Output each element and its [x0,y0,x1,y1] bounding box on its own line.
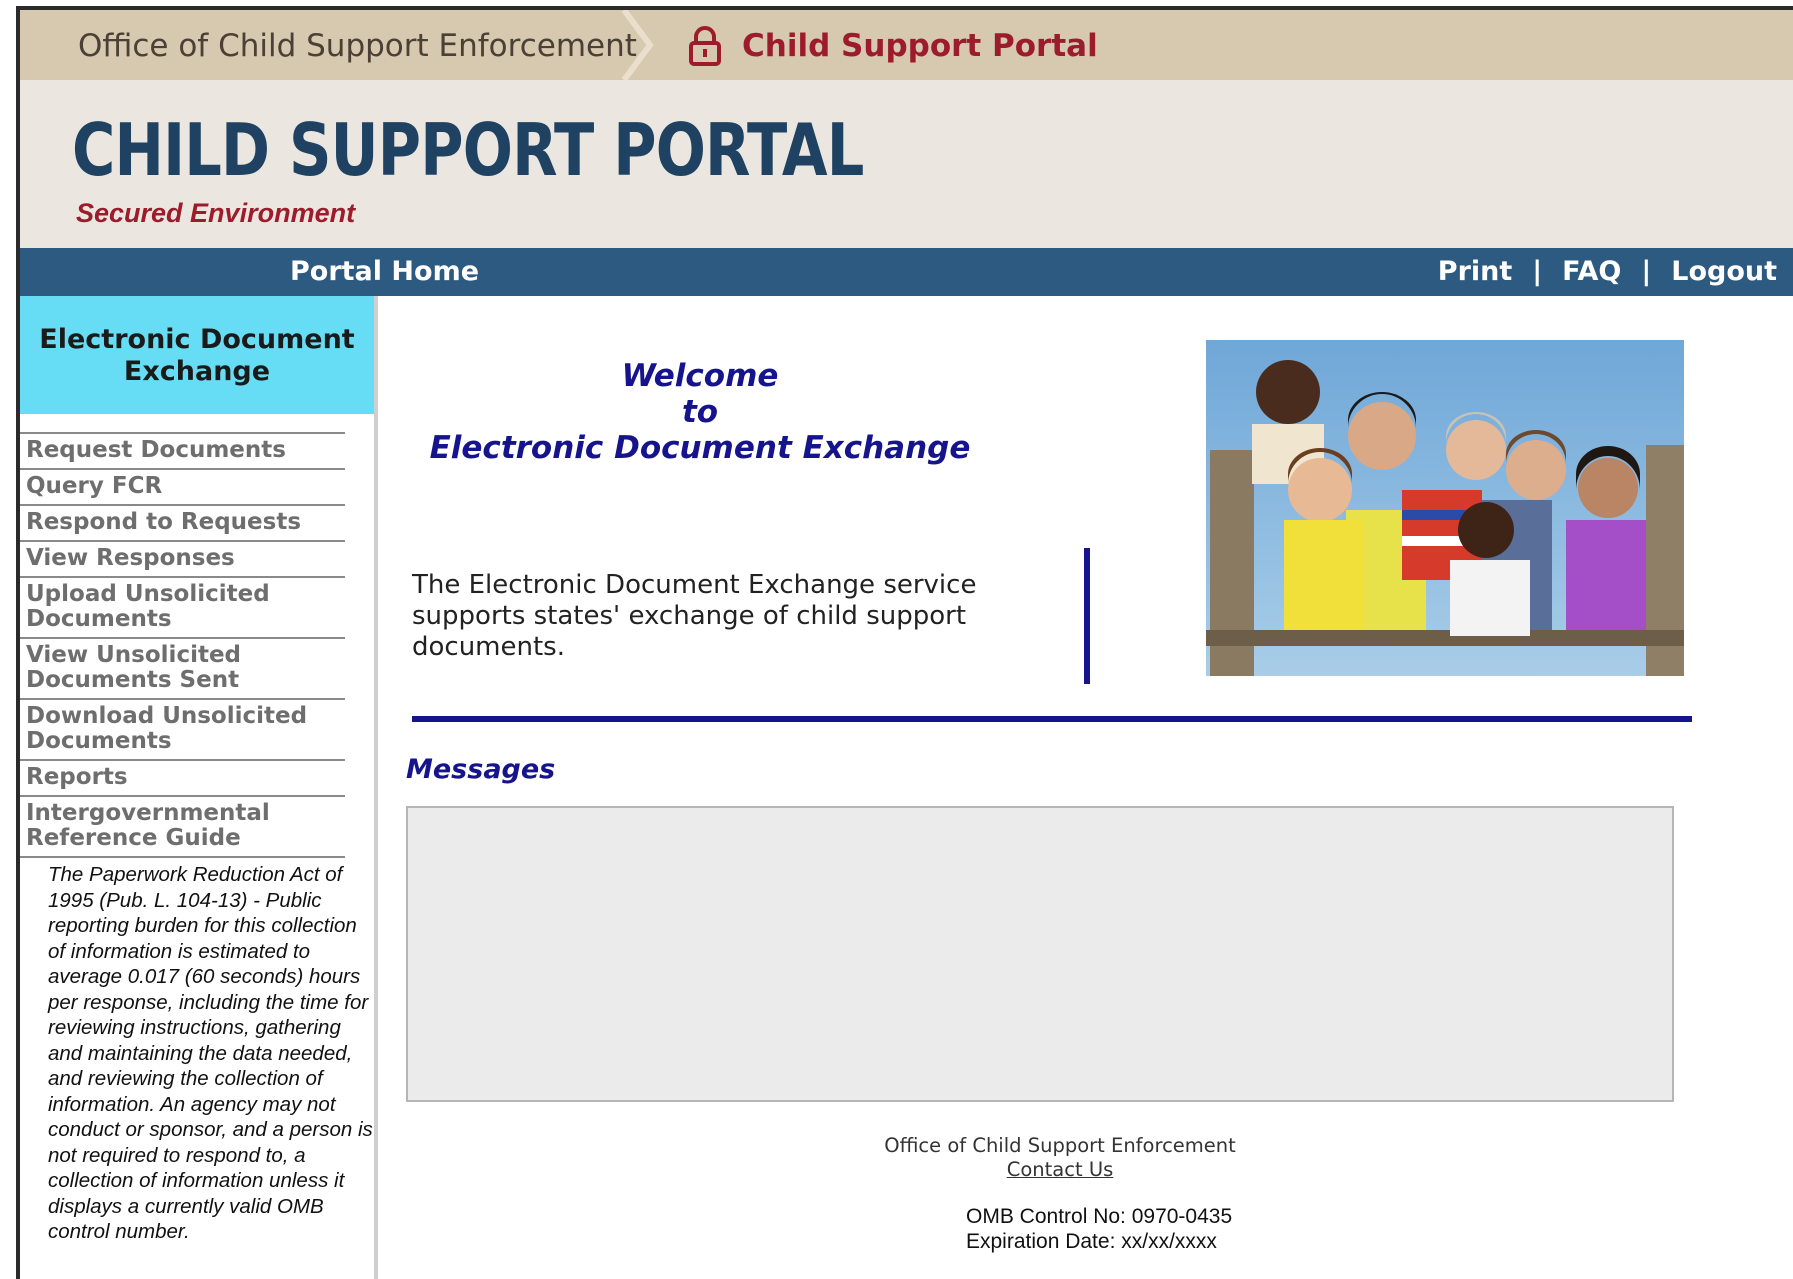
welcome-line2: to [681,394,719,430]
sidebar-section-header: Electronic Document Exchange [20,296,374,414]
welcome-heading: Welcome to Electronic Document Exchange [420,358,980,466]
sidebar-item-request-documents[interactable]: Request Documents [20,432,345,468]
paperwork-reduction-notice: The Paperwork Reduction Act of 1995 (Pub… [48,863,373,1243]
portal-home-link[interactable]: Portal Home [290,256,479,287]
nav-separator: | [1641,256,1652,287]
sidebar-menu: Request Documents Query FCR Respond to R… [20,432,345,858]
messages-heading: Messages [406,754,556,785]
sidebar-item-view-responses[interactable]: View Responses [20,540,345,576]
app-frame: Office of Child Support Enforcement Chil… [16,6,1793,1279]
children-photo-illustration [1206,340,1684,676]
omb-expiration-date: Expiration Date: xx/xx/xxxx [966,1230,1217,1253]
footer: Office of Child Support Enforcement Cont… [800,1134,1320,1182]
faq-link[interactable]: FAQ [1562,256,1621,287]
section-title-line2: Exchange [123,356,271,387]
lock-icon [689,26,721,66]
logout-link[interactable]: Logout [1671,256,1777,287]
section-title-line1: Electronic Document [39,324,355,355]
portal-title: CHILD SUPPORT PORTAL [72,108,864,192]
portal-subtitle: Secured Environment [76,198,356,228]
messages-panel [406,806,1674,1102]
sidebar-item-respond-to-requests[interactable]: Respond to Requests [20,504,345,540]
sidebar-item-upload-unsolicited[interactable]: Upload Unsolicited Documents [20,576,345,637]
breadcrumb-org-link[interactable]: Office of Child Support Enforcement [78,28,637,64]
omb-control-number: OMB Control No: 0970-0435 [966,1205,1233,1228]
horizontal-divider [412,716,1692,722]
welcome-line3: Electronic Document Exchange [429,430,971,466]
contact-us-link[interactable]: Contact Us [800,1158,1320,1182]
sidebar: Electronic Document Exchange Request Doc… [20,296,378,1279]
sidebar-item-query-fcr[interactable]: Query FCR [20,468,345,504]
breadcrumb-bar: Office of Child Support Enforcement Chil… [20,10,1793,80]
nav-utility-links: Print | FAQ | Logout [1438,256,1777,287]
omb-info: OMB Control No: 0970-0435 Expiration Dat… [966,1204,1232,1254]
children-photo [1206,340,1684,676]
sidebar-item-reference-guide[interactable]: Intergovernmental Reference Guide [20,795,345,858]
sidebar-item-view-unsolicited-sent[interactable]: View Unsolicited Documents Sent [20,637,345,698]
sidebar-item-reports[interactable]: Reports [20,759,345,795]
print-link[interactable]: Print [1438,256,1513,287]
site-header: CHILD SUPPORT PORTAL Secured Environment [20,80,1793,248]
welcome-line1: Welcome [621,358,779,394]
vertical-divider [1084,548,1090,684]
service-description: The Electronic Document Exchange service… [412,570,977,662]
sidebar-item-download-unsolicited[interactable]: Download Unsolicited Documents [20,698,345,759]
footer-org: Office of Child Support Enforcement [884,1134,1236,1157]
nav-separator: | [1532,256,1543,287]
breadcrumb-portal-link[interactable]: Child Support Portal [742,28,1098,64]
breadcrumb-chevron-icon [621,10,654,80]
nav-bar: Portal Home Print | FAQ | Logout [20,248,1793,296]
